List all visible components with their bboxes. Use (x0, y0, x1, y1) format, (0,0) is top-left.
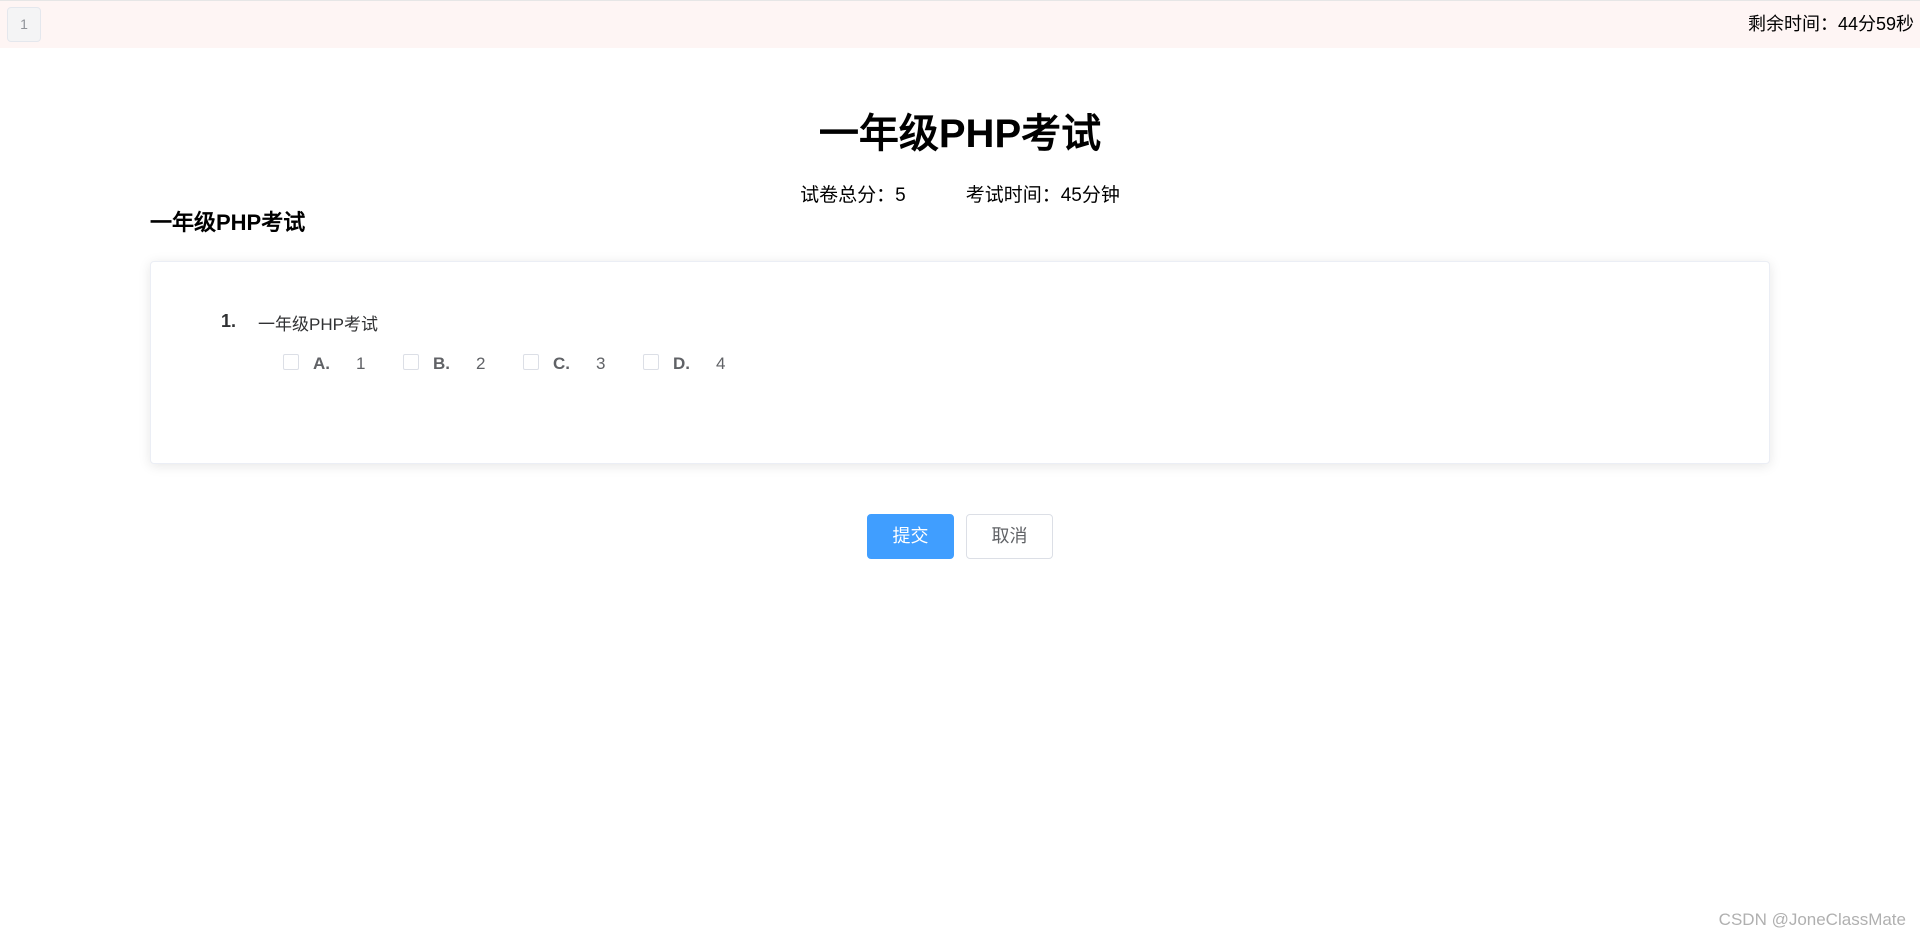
option-d[interactable]: D. 4 (643, 352, 763, 376)
option-c-value: 3 (596, 354, 606, 373)
countdown-timer: 剩余时间：44分59秒 (1748, 13, 1914, 35)
total-score-label: 试卷总分： (800, 185, 896, 206)
option-a-letter: A. (313, 354, 330, 373)
option-b[interactable]: B. 2 (403, 352, 523, 376)
option-a-checkbox[interactable] (283, 354, 299, 370)
question-nav-button-1[interactable]: 1 (7, 7, 41, 42)
total-score-value: 5 (895, 185, 906, 206)
duration-label: 考试时间： (965, 185, 1061, 206)
option-d-letter: D. (673, 354, 690, 373)
option-d-value: 4 (716, 354, 726, 373)
top-bar: 1 剩余时间：44分59秒 (0, 0, 1920, 48)
question-text: 一年级PHP考试 (258, 315, 378, 334)
option-c-letter: C. (553, 354, 570, 373)
option-b-letter: B. (433, 354, 450, 373)
option-a-value: 1 (356, 354, 366, 373)
question-number: 1. (221, 311, 237, 331)
option-a[interactable]: A. 1 (283, 352, 403, 376)
section-title: 一年级PHP考试 (150, 210, 306, 235)
timer-value: 44分59秒 (1837, 14, 1914, 34)
option-c-checkbox[interactable] (523, 354, 539, 370)
exam-title: 一年级PHP考试 (818, 112, 1102, 156)
option-d-checkbox[interactable] (643, 354, 659, 370)
duration-value: 45分钟 (1060, 185, 1120, 206)
submit-button[interactable]: 提交 (867, 514, 954, 559)
question-card: 1. 一年级PHP考试 A. 1 B. 2 C. 3 D. 4 (150, 261, 1770, 464)
answer-options: A. 1 B. 2 C. 3 D. 4 (283, 352, 763, 376)
exam-meta: 试卷总分：5 考试时间：45分钟 (0, 184, 1920, 208)
option-b-value: 2 (476, 354, 486, 373)
cancel-button[interactable]: 取消 (966, 514, 1053, 559)
option-c[interactable]: C. 3 (523, 352, 643, 376)
timer-label: 剩余时间： (1747, 14, 1838, 34)
watermark: CSDN @JoneClassMate (1718, 910, 1906, 929)
option-b-checkbox[interactable] (403, 354, 419, 370)
